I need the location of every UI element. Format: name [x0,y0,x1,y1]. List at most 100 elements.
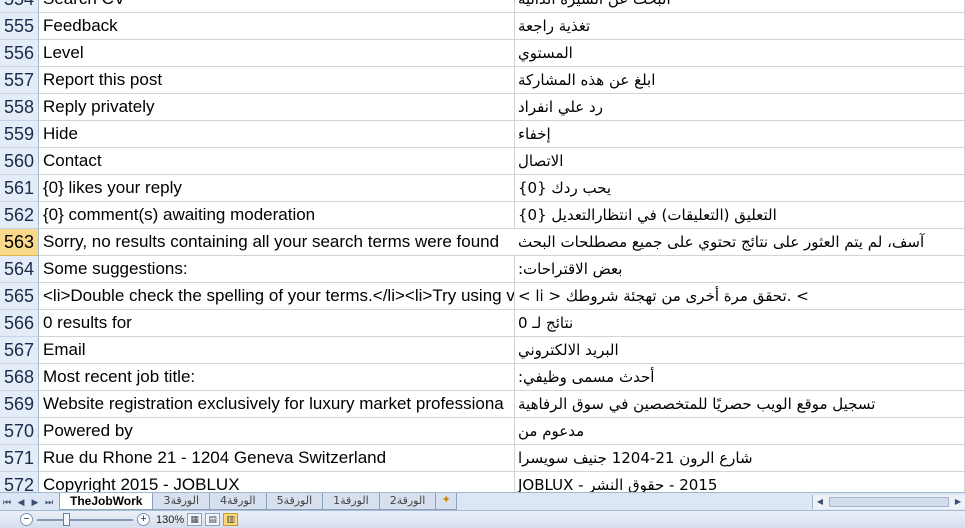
first-sheet-icon[interactable]: ⏮ [0,495,14,509]
zoom-level[interactable]: 130% [156,514,184,526]
scroll-left-icon[interactable]: ◀ [813,495,827,509]
table-row: 563 Sorry, no results containing all your… [0,229,965,256]
table-row: 554Search CVالبحث عن السيرة الذاتية [0,0,965,13]
table-row: 556 Level المستوي [0,40,965,67]
row-header[interactable]: 565 [0,283,39,310]
zoom-slider[interactable] [37,512,133,526]
row-header[interactable]: 568 [0,364,39,391]
cell-arabic[interactable]: إخفاء [515,121,965,148]
zoom-in-button[interactable]: + [137,513,150,526]
cell-arabic[interactable]: بعض الاقتراحات: [515,256,965,283]
cell-arabic[interactable]: رد علي انفراد [515,94,965,121]
spreadsheet-grid[interactable]: 554Search CVالبحث عن السيرة الذاتية555Fe… [0,0,965,492]
cell-english[interactable]: Report this post [39,67,515,94]
row-header[interactable]: 572 [0,472,39,492]
cell-arabic[interactable]: تغذية راجعة [515,13,965,40]
sheet-tab[interactable]: الورقة2 [378,492,437,510]
cell-arabic[interactable]: يحب ردك {0} [515,175,965,202]
row-header[interactable]: 564 [0,256,39,283]
sheet-tab[interactable]: الورقة5 [265,492,324,510]
cell-english[interactable]: Some suggestions: [39,256,515,283]
cell-english[interactable]: <li>Double check the spelling of your te… [39,283,515,310]
table-row: 559 Hide إخفاء [0,121,965,148]
cell-english[interactable]: {0} likes your reply [39,175,515,202]
cell-arabic[interactable]: 2015 - حقوق النشر - JOBLUX [515,472,965,492]
cell-english[interactable]: Reply privately [39,94,515,121]
horizontal-scrollbar[interactable]: ◀ ▶ [812,495,965,509]
row-header[interactable]: 567 [0,337,39,364]
row-header[interactable]: 570 [0,418,39,445]
row-header[interactable]: 554 [0,0,39,13]
sheet-tabs: TheJobWork الورقة3 الورقة4 الورقة5 الورقة1 ال… [59,492,437,511]
cell-english[interactable]: Website registration exclusively for lux… [39,391,515,418]
zoom-slider-thumb[interactable] [62,512,70,526]
row-header[interactable]: 557 [0,67,39,94]
scroll-thumb[interactable] [829,497,949,507]
normal-view-icon[interactable]: ▦ [187,513,203,526]
table-row: 572 Copyright 2015 - JOBLUX 2015 - حقوق ال… [0,472,965,492]
sheet-tab[interactable]: الورقة4 [209,492,267,510]
cell-arabic[interactable]: تسجيل موقع الويب حصريًا للمتخصصين في سوق… [515,391,965,418]
sheet-tab[interactable]: الورقة1 [322,492,380,510]
cell-english[interactable]: Copyright 2015 - JOBLUX [39,472,515,492]
cell-english[interactable]: Feedback [39,13,515,40]
table-row: 560 Contact الاتصال [0,148,965,175]
cell-arabic[interactable]: مدعوم من [515,418,965,445]
row-header[interactable]: 569 [0,391,39,418]
cell-english[interactable]: Rue du Rhone 21 - 1204 Geneva Switzerlan… [39,445,515,472]
row-header[interactable]: 556 [0,40,39,67]
cell-english[interactable]: Search CV [39,0,515,13]
cell-arabic[interactable]: آسف، لم يتم العثور على نتائج تحتوي على ج… [515,229,965,256]
row-header[interactable]: 559 [0,121,39,148]
table-row: 570 Powered by مدعوم من [0,418,965,445]
cell-arabic[interactable]: ابلغ عن هذه المشاركة [515,67,965,94]
cell-english[interactable]: Email [39,337,515,364]
cell-arabic[interactable]: نتائج لـ 0 [515,310,965,337]
cell-english[interactable]: Most recent job title: [39,364,515,391]
last-sheet-icon[interactable]: ⏭ [42,495,56,509]
row-header[interactable]: 555 [0,13,39,40]
cell-arabic[interactable]: البريد الالكتروني [515,337,965,364]
scroll-right-icon[interactable]: ▶ [951,495,965,509]
cell-english[interactable]: Hide [39,121,515,148]
cell-arabic[interactable]: < li > تحقق مرة أخرى من تهجئة شروطك. < [515,283,965,310]
row-header[interactable]: 558 [0,94,39,121]
sheet-tab-bar: ⏮ ◀ ▶ ⏭ TheJobWork الورقة3 الورقة4 الورقة5 ا… [0,492,965,510]
cell-english[interactable]: Powered by [39,418,515,445]
status-bar: − + 130% ▦ ▤ ▥ [0,510,965,528]
cell-english[interactable]: 0 results for [39,310,515,337]
cell-english[interactable]: Contact [39,148,515,175]
table-row: 561 {0} likes your reply يحب ردك {0} [0,175,965,202]
sheet-tab[interactable]: TheJobWork [59,492,154,510]
table-row: 567 Email البريد الالكتروني [0,337,965,364]
row-header[interactable]: 562 [0,202,39,229]
cell-arabic[interactable]: المستوي [515,40,965,67]
table-row: 555 Feedback تغذية راجعة [0,13,965,40]
row-header[interactable]: 561 [0,175,39,202]
cell-arabic[interactable]: أحدث مسمى وظيفي: [515,364,965,391]
cell-arabic[interactable]: الاتصال [515,148,965,175]
row-header[interactable]: 560 [0,148,39,175]
prev-sheet-icon[interactable]: ◀ [14,495,28,509]
insert-sheet-icon[interactable]: ✦ [435,493,458,510]
next-sheet-icon[interactable]: ▶ [28,495,42,509]
table-row: 571 Rue du Rhone 21 - 1204 Geneva Switzer… [0,445,965,472]
table-row: 568 Most recent job title: أحدث مسمى وظيفي… [0,364,965,391]
cell-arabic[interactable]: شارع الرون 21-1204 جنيف سويسرا [515,445,965,472]
table-row: 557 Report this post ابلغ عن هذه المشاركة [0,67,965,94]
cell-english[interactable]: Sorry, no results containing all your se… [39,229,515,256]
cell-english[interactable]: {0} comment(s) awaiting moderation [39,202,515,229]
table-row: 564 Some suggestions: بعض الاقتراحات: [0,256,965,283]
cell-arabic[interactable]: البحث عن السيرة الذاتية [515,0,965,13]
page-layout-view-icon[interactable]: ▤ [205,513,221,526]
cell-arabic[interactable]: التعليق (التعليقات) في انتظارالتعديل {0} [515,202,965,229]
table-row: 565 <li>Double check the spelling of your… [0,283,965,310]
row-header[interactable]: 571 [0,445,39,472]
row-header[interactable]: 566 [0,310,39,337]
row-header[interactable]: 563 [0,229,39,256]
cell-english[interactable]: Level [39,40,515,67]
page-break-view-icon[interactable]: ▥ [223,513,239,526]
table-row: 569 Website registration exclusively for … [0,391,965,418]
zoom-out-button[interactable]: − [20,513,33,526]
sheet-tab[interactable]: الورقة3 [152,492,211,510]
